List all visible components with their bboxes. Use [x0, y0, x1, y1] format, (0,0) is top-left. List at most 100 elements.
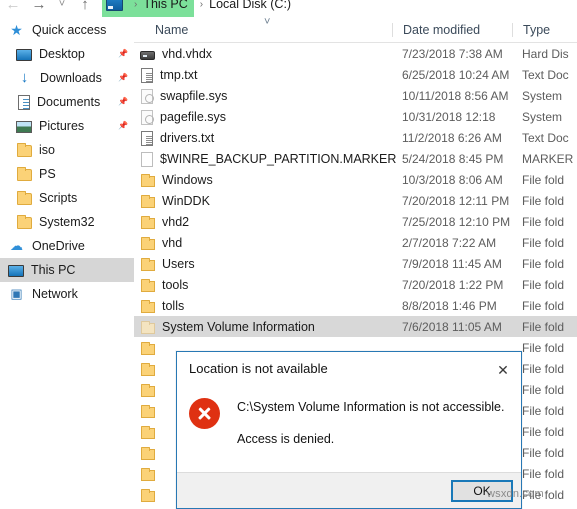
- sidebar-item-label: iso: [39, 143, 55, 157]
- file-date-cell: 10/31/2018 12:18: [402, 109, 496, 124]
- sidebar-item-onedrive[interactable]: ☁ OneDrive: [0, 234, 134, 258]
- sidebar-item-label: Documents: [37, 95, 101, 109]
- file-row[interactable]: pagefile.sys 10/31/2018 12:18 System: [134, 106, 577, 127]
- file-date-cell: 7/6/2018 11:05 AM: [402, 319, 502, 334]
- sidebar-item-iso[interactable]: iso: [0, 138, 134, 162]
- breadcrumb-item-1[interactable]: Local Disk (C:): [209, 0, 291, 11]
- sidebar-item-downloads[interactable]: ↓ Downloads 📌: [0, 66, 134, 90]
- file-name: tmp.txt: [160, 67, 198, 82]
- file-row[interactable]: tmp.txt 6/25/2018 10:24 AM Text Doc: [134, 64, 577, 85]
- file-date-cell: 7/23/2018 7:38 AM: [402, 46, 503, 61]
- sidebar-item-pictures[interactable]: Pictures 📌: [0, 114, 134, 138]
- watermark: wsxdn.com: [487, 488, 544, 500]
- text-file-icon: [141, 130, 153, 146]
- sidebar-item-desktop[interactable]: Desktop 📌: [0, 42, 134, 66]
- file-type-cell: File fold: [522, 298, 565, 313]
- column-headers: Name ˅ Date modified Type: [134, 18, 577, 43]
- this-pc-icon: [8, 265, 24, 277]
- file-row[interactable]: drivers.txt 11/2/2018 6:26 AM Text Doc: [134, 127, 577, 148]
- star-icon: ★: [10, 22, 23, 38]
- file-row[interactable]: swapfile.sys 10/11/2018 8:56 AM System: [134, 85, 577, 106]
- file-name-cell: WinDDK: [134, 193, 392, 208]
- file-type-cell: MARKER: [522, 151, 574, 166]
- file-name: Users: [162, 256, 195, 271]
- forward-icon[interactable]: →: [26, 0, 52, 17]
- folder-icon: [141, 405, 155, 418]
- file-row[interactable]: Users 7/9/2018 11:45 AM File fold: [134, 253, 577, 274]
- file-name-cell: pagefile.sys: [134, 109, 392, 125]
- file-row[interactable]: System Volume Information 7/6/2018 11:05 …: [134, 316, 577, 337]
- folder-icon: [141, 216, 155, 229]
- file-date-cell: 7/25/2018 12:10 PM: [402, 214, 511, 229]
- file-type-cell: Text Doc: [522, 130, 569, 145]
- file-type-cell: File fold: [522, 319, 565, 334]
- column-header-type[interactable]: Type: [512, 23, 576, 37]
- pin-icon[interactable]: 📌: [118, 49, 128, 59]
- file-name: System Volume Information: [162, 319, 315, 334]
- back-icon[interactable]: ←: [0, 0, 26, 17]
- pin-icon[interactable]: 📌: [118, 121, 128, 131]
- file-row[interactable]: vhd.vhdx 7/23/2018 7:38 AM Hard Dis: [134, 43, 577, 64]
- folder-icon: [17, 143, 32, 157]
- file-row[interactable]: $WINRE_BACKUP_PARTITION.MARKER 5/24/2018 …: [134, 148, 577, 169]
- download-icon: ↓: [20, 69, 29, 86]
- file-date-cell: 10/11/2018 8:56 AM: [402, 88, 509, 103]
- sidebar-item-ps[interactable]: PS: [0, 162, 134, 186]
- close-icon[interactable]: ✕: [485, 361, 521, 387]
- sidebar-item-label: Desktop: [39, 47, 85, 61]
- sidebar-item-this-pc[interactable]: This PC: [0, 258, 134, 282]
- breadcrumb[interactable]: › This PC › Local Disk (C:): [102, 0, 577, 17]
- column-header-name[interactable]: Name ˅: [134, 18, 392, 37]
- dialog-body: C:\System Volume Information is not acce…: [177, 390, 521, 474]
- sidebar-item-system32[interactable]: System32: [0, 210, 134, 234]
- folder-icon: [17, 191, 32, 205]
- file-name: vhd.vhdx: [162, 46, 213, 61]
- error-dialog[interactable]: Location is not available ✕ C:\System Vo…: [176, 351, 522, 509]
- sidebar-item-label: System32: [39, 215, 95, 229]
- file-type-cell: File fold: [522, 235, 565, 250]
- folder-icon: [141, 300, 155, 313]
- column-header-date-label: Date modified: [403, 23, 481, 37]
- breadcrumb-this-pc[interactable]: › This PC: [102, 0, 194, 17]
- sidebar-item-documents[interactable]: Documents 📌: [0, 90, 134, 114]
- file-row[interactable]: vhd2 7/25/2018 12:10 PM File fold: [134, 211, 577, 232]
- file-type-cell: File fold: [522, 193, 565, 208]
- file-name-cell: Users: [134, 256, 392, 271]
- file-date-cell: 7/20/2018 1:22 PM: [402, 277, 504, 292]
- file-row[interactable]: Windows 10/3/2018 8:06 AM File fold: [134, 169, 577, 190]
- sidebar-item-quick-access[interactable]: ★ Quick access: [0, 18, 134, 42]
- error-circle-icon: [189, 398, 220, 429]
- sidebar-item-scripts[interactable]: Scripts: [0, 186, 134, 210]
- breadcrumb-separator-2: ›: [199, 0, 204, 10]
- file-name: swapfile.sys: [160, 88, 228, 103]
- folder-icon: [141, 195, 155, 208]
- chevron-down-icon[interactable]: ˅: [52, 0, 72, 17]
- pin-icon[interactable]: 📌: [118, 97, 128, 107]
- navigation-pane[interactable]: ★ Quick access Desktop 📌 ↓ Downloads 📌 Document…: [0, 18, 134, 509]
- column-header-date-modified[interactable]: Date modified: [392, 23, 512, 37]
- system-file-icon: [141, 109, 154, 125]
- file-name-cell: Windows: [134, 172, 392, 187]
- sidebar-item-label: PS: [39, 167, 56, 181]
- file-name-cell: tmp.txt: [134, 67, 392, 83]
- file-row[interactable]: tools 7/20/2018 1:22 PM File fold: [134, 274, 577, 295]
- pin-icon[interactable]: 📌: [118, 73, 128, 83]
- pictures-icon: [16, 121, 32, 133]
- folder-icon: [141, 279, 155, 292]
- file-name: Windows: [162, 172, 213, 187]
- file-name-cell: System Volume Information: [134, 319, 392, 334]
- file-name-cell: tools: [134, 277, 392, 292]
- dialog-message-line1: C:\System Volume Information is not acce…: [237, 400, 505, 414]
- sidebar-item-network[interactable]: ▣ Network: [0, 282, 134, 306]
- file-type-cell: Hard Dis: [522, 46, 569, 61]
- sidebar-item-label: This PC: [31, 263, 76, 277]
- onedrive-icon: ☁: [10, 238, 23, 253]
- file-date-cell: 10/3/2018 8:06 AM: [402, 172, 503, 187]
- file-row[interactable]: WinDDK 7/20/2018 12:11 PM File fold: [134, 190, 577, 211]
- up-icon[interactable]: ↑: [72, 0, 98, 17]
- system-file-icon: [141, 88, 154, 104]
- breadcrumb-item-0[interactable]: This PC: [143, 0, 187, 11]
- file-row[interactable]: tolls 8/8/2018 1:46 PM File fold: [134, 295, 577, 316]
- file-date-cell: 5/24/2018 8:45 PM: [402, 151, 504, 166]
- file-row[interactable]: vhd 2/7/2018 7:22 AM File fold: [134, 232, 577, 253]
